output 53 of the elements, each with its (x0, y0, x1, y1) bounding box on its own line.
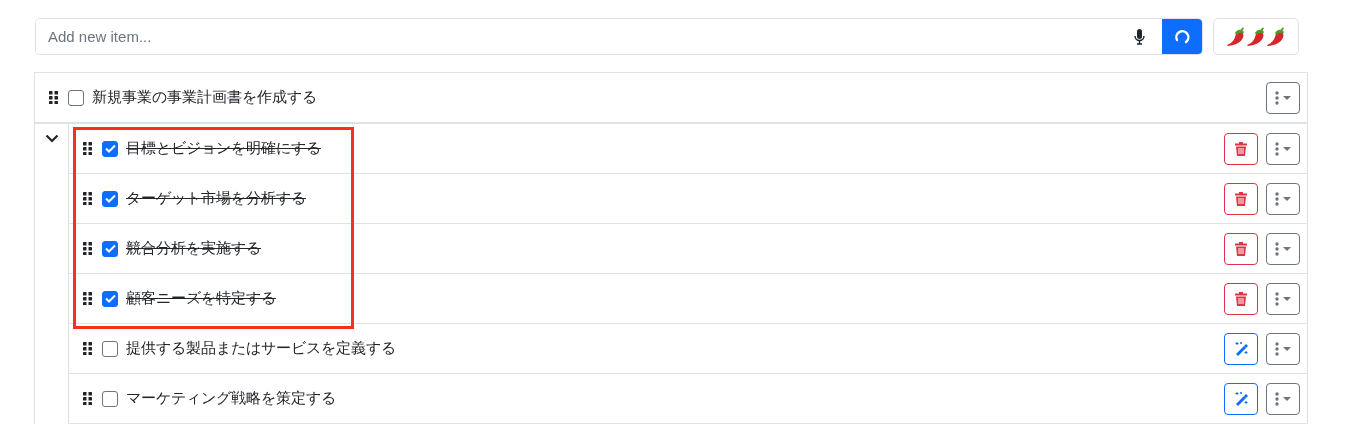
options-dropdown-button[interactable] (1266, 232, 1300, 265)
magic-wand-icon (1233, 341, 1249, 356)
more-options-icon (1273, 341, 1293, 356)
options-dropdown-button[interactable] (1266, 182, 1300, 215)
microphone-icon[interactable] (1134, 28, 1145, 45)
more-options-icon (1273, 241, 1293, 256)
more-options-icon (1273, 291, 1293, 306)
checkbox[interactable] (68, 89, 84, 106)
chevron-down-icon[interactable] (44, 134, 59, 143)
checkbox[interactable] (102, 290, 118, 307)
delete-button[interactable] (1224, 132, 1258, 165)
checkbox[interactable] (102, 140, 118, 157)
checkbox[interactable] (102, 190, 118, 207)
drag-handle-icon[interactable] (83, 142, 92, 155)
task-label: 提供する製品またはサービスを定義する (126, 339, 396, 358)
task-label: 顧客ニーズを特定する (126, 289, 276, 308)
options-dropdown-button[interactable] (1266, 282, 1300, 315)
checkbox[interactable] (102, 240, 118, 257)
drag-handle-icon[interactable] (83, 392, 92, 405)
spice-level-button[interactable] (1213, 18, 1299, 55)
task-label: 競合分析を実施する (126, 239, 261, 258)
magic-wand-icon (1233, 391, 1249, 406)
trash-icon (1235, 291, 1247, 306)
task-label: ターゲット市場を分析する (126, 189, 306, 208)
trash-icon (1235, 141, 1247, 156)
magic-button[interactable] (1224, 332, 1258, 365)
loading-spinner-icon (1174, 28, 1190, 45)
drag-handle-icon[interactable] (83, 292, 92, 305)
magic-button[interactable] (1224, 382, 1258, 415)
chili-peppers-icon (1226, 26, 1286, 47)
more-options-icon (1273, 191, 1293, 206)
more-options-icon (1273, 391, 1293, 406)
options-dropdown-button[interactable] (1266, 132, 1300, 165)
drag-handle-icon[interactable] (49, 91, 58, 104)
more-options-icon (1273, 90, 1293, 105)
trash-icon (1235, 191, 1247, 206)
more-options-icon (1273, 141, 1293, 156)
task-label: マーケティング戦略を策定する (126, 389, 336, 408)
delete-button[interactable] (1224, 232, 1258, 265)
task-label: 新規事業の事業計画書を作成する (92, 88, 317, 107)
drag-handle-icon[interactable] (83, 192, 92, 205)
delete-button[interactable] (1224, 182, 1258, 215)
submit-button[interactable] (1162, 19, 1202, 54)
options-dropdown-button[interactable] (1266, 81, 1300, 114)
options-dropdown-button[interactable] (1266, 382, 1300, 415)
drag-handle-icon[interactable] (83, 342, 92, 355)
options-dropdown-button[interactable] (1266, 332, 1300, 365)
checkbox[interactable] (102, 390, 118, 407)
task-label: 目標とビジョンを明確にする (126, 139, 321, 158)
delete-button[interactable] (1224, 282, 1258, 315)
trash-icon (1235, 241, 1247, 256)
drag-handle-icon[interactable] (83, 242, 92, 255)
checkbox[interactable] (102, 340, 118, 357)
